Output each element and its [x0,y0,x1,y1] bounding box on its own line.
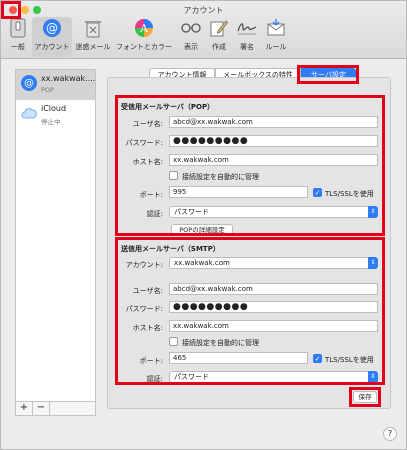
toolbar-viewing[interactable]: 表示 [179,17,203,57]
toolbar-accounts[interactable]: @ アカウント [32,17,72,57]
incoming-host-field[interactable]: xx.wakwak.com [169,154,378,166]
incoming-tls-label: TLS/SSLを使用 [325,190,374,198]
chevron-updown-icon: ⇕ [368,371,378,383]
chevron-updown-icon: ⇕ [368,257,378,269]
svg-text:A: A [139,22,149,35]
incoming-username-field[interactable]: abcd@xx.wakwak.com [169,116,378,128]
at-icon: @ [41,17,63,39]
toolbar-viewing-label: 表示 [184,43,198,51]
account-type: POP [41,86,54,94]
toolbar-junk-label: 迷惑メール [75,43,111,51]
toolbar-rules[interactable]: ルール [263,17,289,57]
toolbar-fonts-colors[interactable]: A フォントとカラー [114,17,174,57]
incoming-tls-checkbox[interactable]: ✓ [313,188,322,197]
at-icon: @ [21,75,37,91]
title-bar: アカウント 一般 @ アカウント 迷惑メール A フォントとカラー 表示 作成 … [1,1,406,59]
outgoing-port-field[interactable]: 465 [169,352,308,364]
window-title: アカウント [183,6,224,15]
account-list-controls: + − [15,402,96,416]
incoming-password-label: パスワード: [125,139,163,147]
outgoing-port-label: ポート: [139,357,163,365]
junk-trash-icon [82,17,104,39]
outgoing-host-field[interactable]: xx.wakwak.com [169,320,378,332]
toolbar-rules-label: ルール [265,43,287,51]
add-account-button[interactable]: + [16,402,33,415]
account-status: 停止中 [41,118,61,126]
incoming-host-label: ホスト名: [132,158,163,166]
incoming-section-title: 受信用メールサーバ（POP） [121,103,215,111]
outgoing-account-value: xx.wakwak.com [174,259,230,267]
outgoing-host-label: ホスト名: [132,324,163,332]
outgoing-auth-label: 認証: [146,375,163,383]
outgoing-password-label: パスワード: [125,305,163,313]
toolbar-composing[interactable]: 作成 [207,17,231,57]
account-item-icloud[interactable]: iCloud 停止中 [16,100,95,130]
outgoing-tls-label: TLS/SSLを使用 [325,356,374,364]
toolbar-general[interactable]: 一般 [4,17,32,57]
toolbar-signatures[interactable]: 署名 [235,17,259,57]
glasses-icon [180,17,202,39]
incoming-port-label: ポート: [139,191,163,199]
help-button[interactable]: ? [383,427,397,441]
svg-text:@: @ [46,21,58,35]
chevron-updown-icon: ⇕ [368,206,378,218]
incoming-auto-manage-checkbox[interactable] [169,171,178,180]
rules-icon [265,17,287,39]
signature-icon [236,17,258,39]
incoming-auth-value: パスワード [174,208,209,216]
incoming-username-label: ユーザ名: [132,120,163,128]
outgoing-account-label: アカウント: [125,261,163,269]
pencil-icon [208,17,230,39]
outgoing-auto-manage-label: 接続設定を自動的に管理 [182,339,259,347]
outgoing-password-field[interactable]: ●●●●●●●●● [169,301,378,313]
outgoing-username-field[interactable]: abcd@xx.wakwak.com [169,283,378,295]
incoming-password-field[interactable]: ●●●●●●●●● [169,135,378,147]
toolbar-accounts-label: アカウント [34,43,70,51]
account-name: xx.wakwak.... [41,74,96,83]
outgoing-section-title: 送信用メールサーバ（SMTP） [121,245,220,253]
incoming-auth-select[interactable]: パスワード ⇕ [169,206,378,218]
toolbar-general-label: 一般 [11,43,25,51]
incoming-auto-manage-label: 接続設定を自動的に管理 [182,173,259,181]
account-list: @ xx.wakwak.... POP iCloud 停止中 [15,69,96,402]
account-name: iCloud [41,104,67,113]
incoming-port-field[interactable]: 995 [169,186,308,198]
font-color-icon: A [133,17,155,39]
general-icon [7,17,29,39]
outgoing-account-select[interactable]: xx.wakwak.com ⇕ [169,257,378,269]
outgoing-auto-manage-checkbox[interactable] [169,337,178,346]
account-item-wakwak[interactable]: @ xx.wakwak.... POP [16,70,95,100]
toolbar-fonts-colors-label: フォントとカラー [116,43,172,51]
toolbar-composing-label: 作成 [212,43,226,51]
remove-account-button[interactable]: − [33,402,50,415]
outgoing-username-label: ユーザ名: [132,287,163,295]
toolbar-signatures-label: 署名 [240,43,254,51]
cloud-icon [21,105,37,121]
save-button[interactable]: 保存 [353,391,377,403]
outgoing-auth-value: パスワード [174,373,209,381]
outgoing-tls-checkbox[interactable]: ✓ [313,354,322,363]
incoming-auth-label: 認証: [146,210,163,218]
preferences-window: アカウント 一般 @ アカウント 迷惑メール A フォントとカラー 表示 作成 … [0,0,407,450]
toolbar-junk[interactable]: 迷惑メール [75,17,111,57]
outgoing-auth-select[interactable]: パスワード ⇕ [169,371,378,383]
pop-advanced-settings-button[interactable]: POPの詳細設定 [171,224,233,236]
